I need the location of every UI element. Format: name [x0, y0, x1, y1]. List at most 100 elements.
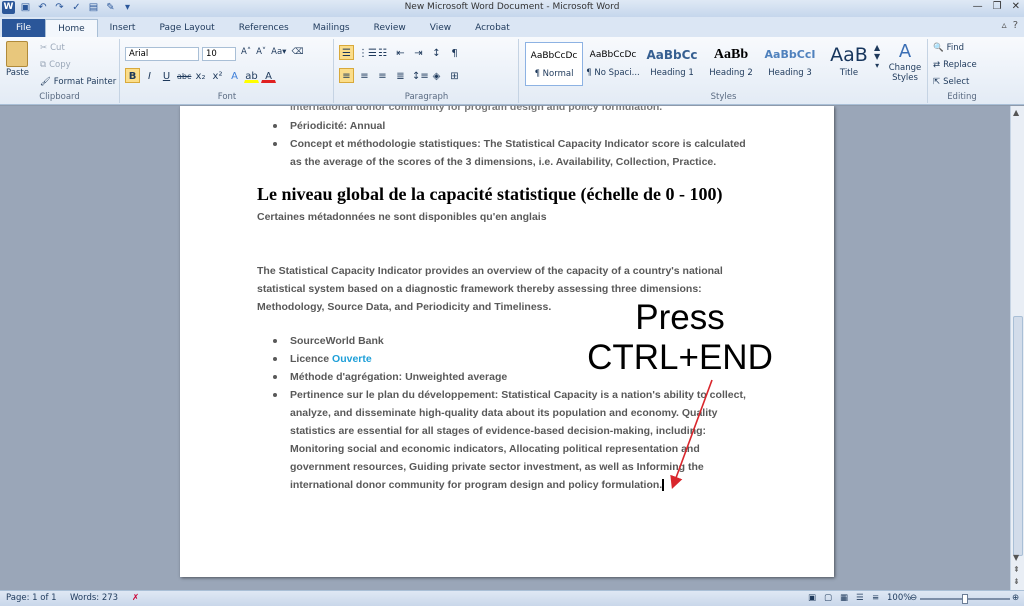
- font-color-icon[interactable]: A: [261, 68, 276, 83]
- proofing-icon[interactable]: ✗: [132, 593, 139, 603]
- outline-icon[interactable]: ☰: [856, 593, 864, 603]
- bullet: [273, 357, 277, 361]
- justify-icon[interactable]: ≣: [393, 68, 408, 83]
- annotation-line2: CTRL+END: [587, 338, 773, 377]
- prev-page-icon[interactable]: ⇞: [1013, 565, 1020, 574]
- bold-icon[interactable]: B: [125, 68, 140, 83]
- styles-down-icon[interactable]: ▼: [874, 52, 880, 61]
- clear-formatting-icon[interactable]: ⌫: [291, 47, 303, 57]
- help-icon[interactable]: ?: [1013, 20, 1018, 31]
- sort-icon[interactable]: ↕: [429, 45, 444, 60]
- scroll-down-icon[interactable]: ▼: [1013, 553, 1019, 562]
- align-right-icon[interactable]: ≡: [375, 68, 390, 83]
- draft-icon[interactable]: ≡: [872, 593, 879, 603]
- align-left-icon[interactable]: ≡: [339, 68, 354, 83]
- grow-font-icon[interactable]: A˄: [241, 47, 251, 57]
- bullets-icon[interactable]: ☰: [339, 45, 354, 60]
- brush-icon: 🖌: [40, 77, 51, 87]
- italic-icon[interactable]: I: [142, 68, 157, 83]
- superscript-icon[interactable]: x²: [210, 68, 225, 83]
- style-title[interactable]: AaB Title: [820, 42, 878, 86]
- document-area[interactable]: international donor community for progra…: [0, 106, 1010, 590]
- change-case-icon[interactable]: Aa▾: [271, 47, 286, 57]
- editing-group-label: Editing: [947, 92, 977, 102]
- paragraph-group-label: Paragraph: [404, 92, 449, 102]
- copy-button[interactable]: ⧉ Copy: [40, 60, 71, 70]
- styles-more-icon[interactable]: ▾: [875, 61, 879, 70]
- find-icon: 🔍: [933, 43, 944, 53]
- tab-page-layout[interactable]: Page Layout: [147, 19, 226, 37]
- scroll-up-icon[interactable]: ▲: [1013, 108, 1019, 117]
- tab-review[interactable]: Review: [362, 19, 418, 37]
- change-styles-button[interactable]: A Change Styles: [886, 41, 924, 83]
- intro-paragraph-line3: Methodology, Source Data, and Periodicit…: [257, 301, 552, 313]
- tab-file[interactable]: File: [2, 19, 46, 37]
- style-no-spacing-preview: AaBbCcDc: [589, 50, 637, 60]
- style-heading-1-label: Heading 1: [650, 68, 694, 78]
- licence-label: Licence: [290, 353, 330, 365]
- close-icon[interactable]: ✕: [1012, 1, 1020, 12]
- print-layout-icon[interactable]: ▣: [808, 593, 816, 603]
- tab-references[interactable]: References: [227, 19, 301, 37]
- styles-up-icon[interactable]: ▲: [874, 43, 880, 52]
- paste-icon: [6, 41, 29, 67]
- next-page-icon[interactable]: ⇟: [1013, 577, 1020, 586]
- subscript-icon[interactable]: x₂: [193, 68, 208, 83]
- tab-view[interactable]: View: [418, 19, 463, 37]
- zoom-slider[interactable]: [920, 594, 1010, 604]
- style-heading-3[interactable]: AaBbCcI Heading 3: [761, 42, 819, 86]
- font-size-field[interactable]: 10: [202, 47, 236, 61]
- styles-group-label: Styles: [710, 92, 737, 102]
- status-bar: Page: 1 of 1 Words: 273 ✗ ▣ ▢ ▦ ☰ ≡ 100%…: [0, 590, 1024, 606]
- borders-icon[interactable]: ⊞: [447, 68, 462, 83]
- full-screen-icon[interactable]: ▢: [824, 593, 832, 603]
- replace-button[interactable]: ⇄ Replace: [933, 60, 977, 70]
- numbering-icon[interactable]: ⋮☰: [357, 45, 377, 60]
- style-heading-1[interactable]: AaBbCc Heading 1: [643, 42, 701, 86]
- restore-icon[interactable]: ❐: [993, 1, 1002, 12]
- zoom-out-icon[interactable]: ⊖: [910, 593, 917, 603]
- minimize-icon[interactable]: —: [973, 1, 983, 12]
- style-heading-2[interactable]: AaBb Heading 2: [702, 42, 760, 86]
- font-name-field[interactable]: Arial: [125, 47, 199, 61]
- zoom-in-icon[interactable]: ⊕: [1012, 593, 1019, 603]
- vertical-scrollbar[interactable]: ▲ ▼ ⇞ ⇟: [1010, 106, 1024, 590]
- concept-item-line2: as the average of the scores of the 3 di…: [290, 156, 717, 168]
- replace-icon: ⇄: [933, 60, 941, 70]
- cut-icon: ✂: [40, 43, 48, 53]
- cut-button[interactable]: ✂ Cut: [40, 43, 65, 53]
- text-effects-icon[interactable]: A: [227, 68, 242, 83]
- shrink-font-icon[interactable]: A˅: [256, 47, 266, 57]
- paste-button[interactable]: Paste: [6, 41, 29, 78]
- show-formatting-icon[interactable]: ¶: [447, 45, 462, 60]
- press-ctrl-end-annotation: Press CTRL+END: [575, 298, 785, 378]
- page-count[interactable]: Page: 1 of 1: [6, 593, 57, 603]
- strikethrough-icon[interactable]: abc: [176, 68, 191, 83]
- style-normal[interactable]: AaBbCcDc ¶ Normal: [525, 42, 583, 86]
- web-layout-icon[interactable]: ▦: [840, 593, 848, 603]
- bullet: [273, 142, 277, 146]
- multilevel-list-icon[interactable]: ☷: [375, 45, 390, 60]
- word-count[interactable]: Words: 273: [70, 593, 118, 603]
- zoom-slider-knob[interactable]: [962, 594, 968, 604]
- decrease-indent-icon[interactable]: ⇤: [393, 45, 408, 60]
- style-heading-2-label: Heading 2: [709, 68, 753, 78]
- tab-insert[interactable]: Insert: [98, 19, 148, 37]
- zoom-level[interactable]: 100%: [887, 593, 911, 603]
- tab-mailings[interactable]: Mailings: [301, 19, 362, 37]
- style-no-spacing[interactable]: AaBbCcDc ¶ No Spaci...: [584, 42, 642, 86]
- align-center-icon[interactable]: ≡: [357, 68, 372, 83]
- format-painter-button[interactable]: 🖌 Format Painter: [40, 77, 116, 87]
- select-button[interactable]: ⇱ Select: [933, 77, 969, 87]
- highlight-icon[interactable]: ab: [244, 68, 259, 83]
- increase-indent-icon[interactable]: ⇥: [411, 45, 426, 60]
- line-spacing-icon[interactable]: ↕≡: [411, 68, 429, 83]
- tab-home[interactable]: Home: [45, 19, 98, 37]
- collapse-ribbon-icon[interactable]: ▵: [1002, 20, 1007, 31]
- find-button[interactable]: 🔍 Find: [933, 43, 964, 53]
- underline-icon[interactable]: U: [159, 68, 174, 83]
- tab-acrobat[interactable]: Acrobat: [463, 19, 522, 37]
- scroll-thumb[interactable]: [1013, 316, 1023, 556]
- licence-link[interactable]: Ouverte: [332, 353, 372, 365]
- shading-icon[interactable]: ◈: [429, 68, 444, 83]
